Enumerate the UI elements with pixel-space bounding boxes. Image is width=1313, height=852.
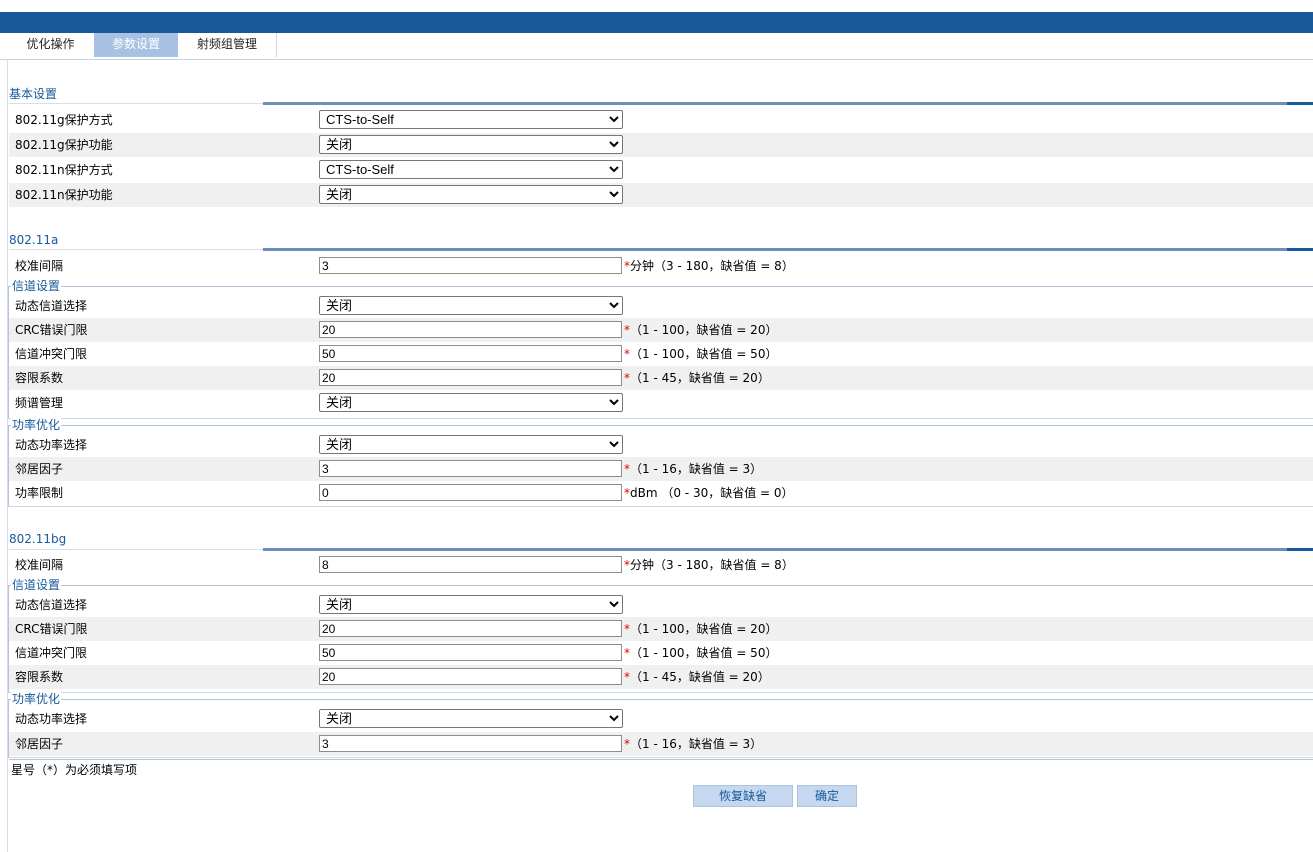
g-protection-mode-select[interactable]: CTS-to-Self xyxy=(319,110,623,129)
tab-divider xyxy=(0,59,1313,60)
setting-row: 动态信道选择 关闭 xyxy=(9,294,1313,318)
section-divider xyxy=(9,103,263,104)
a-dynamic-power-select[interactable]: 关闭 xyxy=(319,435,623,454)
confirm-button[interactable]: 确定 xyxy=(797,785,857,807)
setting-label: 动态功率选择 xyxy=(15,438,88,452)
section-divider xyxy=(1287,102,1313,105)
setting-label: 校准间隔 xyxy=(15,558,64,572)
tab-rf-group[interactable]: 射频组管理 xyxy=(178,33,277,57)
field-hint: *（1 - 45，缺省值 = 20） xyxy=(624,670,770,684)
field-hint: *（1 - 16，缺省值 = 3） xyxy=(624,462,763,476)
n-protection-function-select[interactable]: 关闭 xyxy=(319,185,623,204)
setting-row: 802.11n保护方式 CTS-to-Self xyxy=(9,158,1313,182)
a-calibration-interval-input[interactable] xyxy=(319,257,622,274)
field-hint: *分钟（3 - 180，缺省值 = 8） xyxy=(624,558,794,572)
setting-row: 信道冲突门限 *（1 - 100，缺省值 = 50） xyxy=(9,641,1313,665)
bg-calibration-interval-input[interactable] xyxy=(319,556,622,573)
a-crc-threshold-input[interactable] xyxy=(319,321,622,338)
setting-label: 802.11g保护方式 xyxy=(15,113,113,127)
setting-row: 802.11g保护功能 关闭 xyxy=(9,133,1313,157)
setting-label: 校准间隔 xyxy=(15,259,64,273)
field-hint: *分钟（3 - 180，缺省值 = 8） xyxy=(624,259,794,273)
a-channel-conflict-input[interactable] xyxy=(319,345,622,362)
field-hint: *（1 - 100，缺省值 = 50） xyxy=(624,646,778,660)
setting-row: CRC错误门限 *（1 - 100，缺省值 = 20） xyxy=(9,617,1313,641)
bg-dynamic-power-select[interactable]: 关闭 xyxy=(319,709,623,728)
a-tolerance-input[interactable] xyxy=(319,369,622,386)
bg-dynamic-channel-select[interactable]: 关闭 xyxy=(319,595,623,614)
field-hint: *（1 - 100，缺省值 = 20） xyxy=(624,622,778,636)
a-neighbor-factor-input[interactable] xyxy=(319,460,622,477)
tab-optimize[interactable]: 优化操作 xyxy=(7,33,94,57)
header-bar xyxy=(0,12,1313,33)
section-title-11bg: 802.11bg xyxy=(9,532,67,546)
setting-label: 动态信道选择 xyxy=(15,598,88,612)
setting-label: 容限系数 xyxy=(15,371,64,385)
setting-row: 容限系数 *（1 - 45，缺省值 = 20） xyxy=(9,366,1313,390)
setting-label: CRC错误门限 xyxy=(15,323,88,337)
legend-a-channel: 信道设置 xyxy=(11,279,62,293)
section-divider xyxy=(9,759,1313,760)
setting-row: 802.11g保护方式 CTS-to-Self xyxy=(9,108,1313,132)
setting-row: 动态功率选择 关闭 xyxy=(9,707,1313,731)
setting-row: 动态功率选择 关闭 xyxy=(9,433,1313,457)
setting-label: 频谱管理 xyxy=(15,396,64,410)
section-divider xyxy=(9,549,263,550)
setting-row: 校准间隔 *分钟（3 - 180，缺省值 = 8） xyxy=(9,254,1313,278)
bg-neighbor-factor-input[interactable] xyxy=(319,735,622,752)
section-divider xyxy=(1287,248,1313,251)
setting-label: 动态信道选择 xyxy=(15,299,88,313)
setting-row: 动态信道选择 关闭 xyxy=(9,593,1313,617)
a-spectrum-management-select[interactable]: 关闭 xyxy=(319,393,623,412)
setting-row: 邻居因子 *（1 - 16，缺省值 = 3） xyxy=(9,732,1313,756)
section-divider xyxy=(263,102,1287,105)
setting-label: 容限系数 xyxy=(15,670,64,684)
g-protection-function-select[interactable]: 关闭 xyxy=(319,135,623,154)
setting-label: 802.11g保护功能 xyxy=(15,138,113,152)
setting-label: CRC错误门限 xyxy=(15,622,88,636)
setting-row: 频谱管理 关闭 xyxy=(9,391,1313,415)
field-hint: *（1 - 45，缺省值 = 20） xyxy=(624,371,770,385)
field-hint: *（1 - 100，缺省值 = 50） xyxy=(624,347,778,361)
setting-label: 邻居因子 xyxy=(15,737,64,751)
section-divider xyxy=(1287,548,1313,551)
setting-label: 802.11n保护功能 xyxy=(15,188,113,202)
section-title-11a: 802.11a xyxy=(9,233,59,247)
field-hint: *dBm （0 - 30，缺省值 = 0） xyxy=(624,486,794,500)
setting-label: 动态功率选择 xyxy=(15,712,88,726)
legend-a-power: 功率优化 xyxy=(11,418,62,432)
setting-row: 邻居因子 *（1 - 16，缺省值 = 3） xyxy=(9,457,1313,481)
setting-label: 功率限制 xyxy=(15,486,64,500)
bg-tolerance-input[interactable] xyxy=(319,668,622,685)
bg-channel-conflict-input[interactable] xyxy=(319,644,622,661)
tab-parameters[interactable]: 参数设置 xyxy=(94,33,178,57)
a-power-limit-input[interactable] xyxy=(319,484,622,501)
setting-row: 802.11n保护功能 关闭 xyxy=(9,183,1313,207)
setting-row: 容限系数 *（1 - 45，缺省值 = 20） xyxy=(9,665,1313,689)
section-divider xyxy=(263,248,1287,251)
required-note: 星号（*）为必须填写项 xyxy=(11,763,138,777)
legend-bg-channel: 信道设置 xyxy=(11,578,62,592)
section-divider xyxy=(263,548,1287,551)
n-protection-mode-select[interactable]: CTS-to-Self xyxy=(319,160,623,179)
setting-row: 功率限制 *dBm （0 - 30，缺省值 = 0） xyxy=(9,481,1313,505)
top-gap xyxy=(0,0,1313,12)
restore-defaults-button[interactable]: 恢复缺省 xyxy=(693,785,793,807)
field-hint: *（1 - 16，缺省值 = 3） xyxy=(624,737,763,751)
tab-bar: 优化操作 参数设置 射频组管理 xyxy=(7,33,277,58)
setting-row: 校准间隔 *分钟（3 - 180，缺省值 = 8） xyxy=(9,553,1313,577)
a-dynamic-channel-select[interactable]: 关闭 xyxy=(319,296,623,315)
setting-label: 信道冲突门限 xyxy=(15,347,88,361)
section-title-basic: 基本设置 xyxy=(9,87,58,101)
setting-label: 802.11n保护方式 xyxy=(15,163,113,177)
setting-label: 信道冲突门限 xyxy=(15,646,88,660)
setting-row: CRC错误门限 *（1 - 100，缺省值 = 20） xyxy=(9,318,1313,342)
setting-label: 邻居因子 xyxy=(15,462,64,476)
setting-row: 信道冲突门限 *（1 - 100，缺省值 = 50） xyxy=(9,342,1313,366)
legend-bg-power: 功率优化 xyxy=(11,692,62,706)
bg-crc-threshold-input[interactable] xyxy=(319,620,622,637)
field-hint: *（1 - 100，缺省值 = 20） xyxy=(624,323,778,337)
section-divider xyxy=(9,249,263,250)
